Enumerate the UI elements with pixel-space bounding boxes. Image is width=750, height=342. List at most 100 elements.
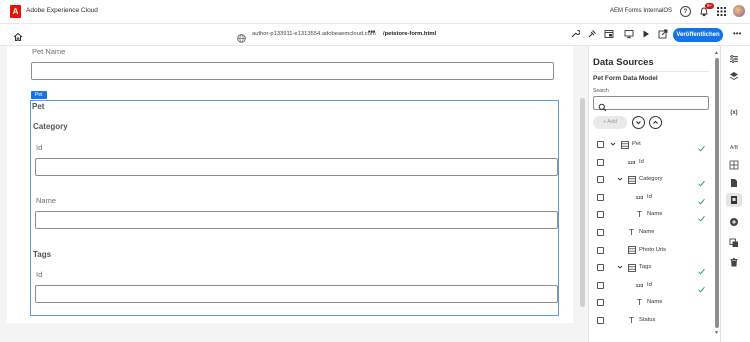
tree-item-label: Name [647,211,663,218]
chevron-up-icon [653,120,658,124]
pin-icon[interactable] [587,29,597,39]
scroll-up-icon[interactable]: ▲ [714,50,719,56]
tree-item[interactable]: T Status [589,313,713,330]
data-model-title: Pet Form Data Model [593,75,658,82]
tree-item[interactable]: 123 Id [589,155,713,172]
chevron-down-icon[interactable] [609,140,616,148]
divider [593,71,709,72]
category-id-field[interactable] [35,158,558,176]
bound-check-icon [697,193,706,205]
collapse-all-button[interactable] [649,116,662,129]
layers-icon[interactable] [728,70,740,82]
layout-icon[interactable] [604,29,614,39]
avatar[interactable] [733,5,745,17]
panel-scrollbar[interactable] [715,58,719,328]
notification-badge: 9+ [705,3,715,9]
pet-name-label: Pet Name [32,47,66,56]
object-type-icon [627,263,636,272]
tree-item-label: Name [639,229,655,235]
tree-item[interactable]: Photo Urls [589,243,713,260]
tags-id-field[interactable] [35,285,558,303]
array-type-icon [627,246,636,255]
preview-icon[interactable] [641,29,651,39]
add-button[interactable]: + Add [593,116,627,129]
home-icon[interactable] [13,29,24,41]
tree-checkbox[interactable] [597,176,604,184]
object-type-icon [620,140,629,149]
chevron-down-icon [636,121,641,125]
chevron-down-icon[interactable] [616,175,623,183]
tree-item[interactable]: T Name [589,225,713,242]
tree-item-label: Id [639,158,644,165]
tree-checkbox[interactable] [597,158,604,166]
text-type-icon: T [629,316,634,325]
tree-item-label: Id [647,281,652,288]
tree-checkbox[interactable] [597,229,604,236]
add-circle-icon[interactable] [728,216,740,228]
tree-checkbox[interactable] [597,246,604,254]
chevron-down-icon[interactable] [616,263,623,271]
form-canvas: Pet Name Pet Pet Category Id Name Tags I… [0,46,588,342]
properties-icon[interactable] [728,53,740,65]
tree-item-label: Tags [639,264,652,271]
tree-item-label: Id [647,193,652,200]
url-more-button[interactable]: ••• [368,29,375,36]
tree-checkbox[interactable] [597,193,604,201]
tree-item-label: Status [639,317,656,323]
text-type-icon: T [629,228,634,237]
tree-item-label: Category [639,176,663,183]
text-type-icon: T [637,210,642,220]
globe-icon [237,30,246,43]
tree-checkbox[interactable] [597,299,604,307]
org-switcher[interactable]: AEM Forms InternalOS [610,8,672,14]
scroll-down-icon[interactable]: ▼ [714,330,719,336]
ab-test-icon[interactable]: A/B [728,142,740,154]
bound-check-icon [697,281,706,293]
publish-button[interactable]: Veröffentlichen [673,28,723,42]
text-type-icon: T [637,298,642,308]
tree-checkbox[interactable] [597,141,604,148]
url-path[interactable]: /petstore-form.html [383,31,436,37]
more-actions-button[interactable]: ••• [733,29,741,38]
category-name-field[interactable] [35,211,558,229]
adobe-logo-icon[interactable]: A [10,5,21,18]
tree-checkbox[interactable] [597,211,604,219]
tree-item[interactable]: Category [589,172,713,189]
url-host[interactable]: author-p133911-e1313554.adobeaemcloud.co… [252,31,376,37]
canvas-scrollbar[interactable] [580,98,585,307]
document-icon[interactable] [728,177,740,189]
tree-item[interactable]: T Name [589,207,713,224]
variables-icon[interactable]: (x) [728,107,740,119]
expand-all-button[interactable] [632,116,645,129]
bound-check-icon [697,140,706,152]
delete-icon[interactable] [728,256,740,268]
search-input[interactable] [593,96,709,112]
pet-name-field[interactable] [31,62,554,80]
tree-checkbox[interactable] [597,317,604,324]
tree-item[interactable]: Pet [589,137,713,154]
category-id-label: Id [36,143,43,152]
tree-checkbox[interactable] [597,264,604,272]
tree-item[interactable]: 123 Id [589,190,713,207]
wrench-icon[interactable] [570,29,580,39]
number-type-icon: 123 [635,194,644,200]
pet-panel[interactable]: Pet Category Id Name Tags Id [30,100,559,316]
brand-name[interactable]: Adobe Experience Cloud [26,7,98,14]
form-page: Pet Name Pet Pet Category Id Name Tags I… [7,46,573,323]
copy-icon[interactable] [728,237,740,249]
tree-item[interactable]: Tags [589,260,713,277]
open-external-icon[interactable] [658,29,668,39]
pet-panel-tag[interactable]: Pet [31,91,47,99]
rules-icon[interactable] [728,159,740,171]
tags-id-label: Id [36,270,43,279]
device-icon[interactable] [624,29,634,39]
number-type-icon: 123 [627,159,636,165]
apps-grid-icon[interactable] [716,6,727,17]
tags-panel-title: Tags [33,250,52,259]
tree-item[interactable]: 123 Id [589,278,713,295]
tree-checkbox[interactable] [597,281,604,289]
help-icon[interactable]: ? [680,6,691,17]
tree-item[interactable]: T Name [589,295,713,312]
data-sources-icon[interactable] [726,193,742,207]
global-header: A Adobe Experience Cloud AEM Forms Inter… [0,0,750,24]
